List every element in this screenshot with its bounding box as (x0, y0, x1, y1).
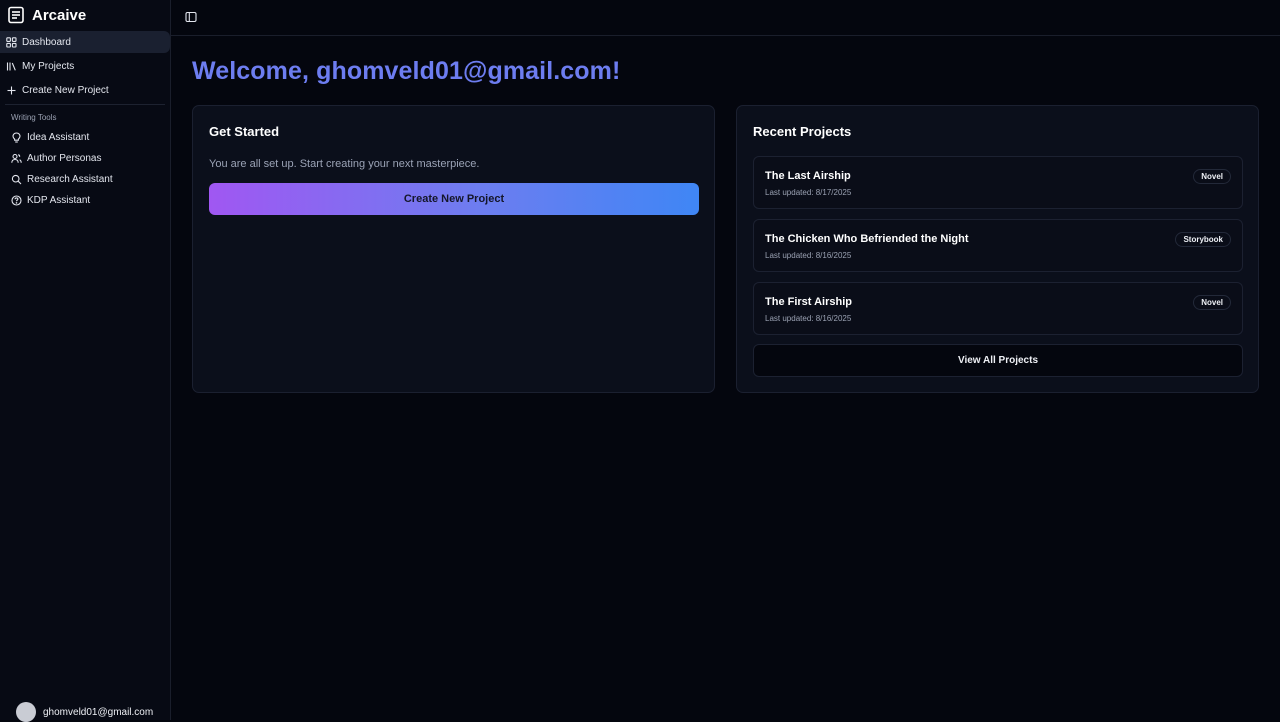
page-title: Welcome, ghomveld01@gmail.com! (192, 57, 620, 86)
sidebar-item-label: Dashboard (22, 37, 71, 48)
user-email: ghomveld01@gmail.com (43, 707, 153, 718)
sidebar-item-research-assistant[interactable]: Research Assistant (0, 169, 170, 190)
sidebar-item-dashboard[interactable]: Dashboard (0, 31, 170, 53)
project-type-badge: Storybook (1175, 232, 1231, 247)
project-type-badge: Novel (1193, 295, 1231, 310)
document-logo-icon (7, 6, 25, 24)
sidebar-toggle-icon[interactable] (185, 11, 197, 23)
avatar (16, 702, 36, 722)
card-title: Recent Projects (753, 124, 851, 139)
recent-projects-card: Recent Projects The Last Airship Last up… (736, 105, 1259, 393)
sidebar-nav: Dashboard My Projects Create New Project (0, 31, 170, 101)
plus-icon (6, 85, 17, 96)
project-updated: Last updated: 8/17/2025 (765, 188, 851, 197)
search-icon (11, 174, 22, 185)
view-all-projects-button[interactable]: View All Projects (753, 344, 1243, 377)
lightbulb-icon (11, 132, 22, 143)
user-account[interactable]: ghomveld01@gmail.com (16, 700, 153, 720)
get-started-card: Get Started You are all set up. Start cr… (192, 105, 715, 393)
section-label-writing-tools: Writing Tools (0, 113, 170, 122)
help-circle-icon (11, 195, 22, 206)
sidebar-item-kdp-assistant[interactable]: KDP Assistant (0, 190, 170, 211)
project-item[interactable]: The Last Airship Last updated: 8/17/2025… (753, 156, 1243, 209)
sidebar-item-author-personas[interactable]: Author Personas (0, 148, 170, 169)
project-type-badge: Novel (1193, 169, 1231, 184)
brand[interactable]: Arcaive (0, 0, 170, 30)
library-icon (6, 61, 17, 72)
sidebar: Arcaive Dashboard My Proj (0, 0, 171, 720)
app-name: Arcaive (32, 7, 86, 24)
grid-icon (6, 37, 17, 48)
users-icon (11, 153, 22, 164)
sidebar-item-label: Idea Assistant (27, 132, 89, 143)
sidebar-item-idea-assistant[interactable]: Idea Assistant (0, 127, 170, 148)
project-title: The Chicken Who Befriended the Night (765, 233, 969, 245)
sidebar-item-label: Research Assistant (27, 174, 113, 185)
sidebar-item-create-new-project[interactable]: Create New Project (0, 79, 170, 101)
sidebar-item-label: My Projects (22, 61, 74, 72)
card-title: Get Started (209, 124, 279, 139)
project-updated: Last updated: 8/16/2025 (765, 314, 851, 323)
card-description: You are all set up. Start creating your … (209, 158, 479, 170)
sidebar-divider (5, 104, 165, 105)
sidebar-item-label: Author Personas (27, 153, 102, 164)
sidebar-item-my-projects[interactable]: My Projects (0, 55, 170, 77)
main-content: Welcome, ghomveld01@gmail.com! Get Start… (171, 37, 1280, 720)
sidebar-item-label: KDP Assistant (27, 195, 90, 206)
sidebar-item-label: Create New Project (22, 85, 109, 96)
project-title: The Last Airship (765, 170, 851, 182)
topbar (171, 0, 1280, 36)
project-title: The First Airship (765, 296, 852, 308)
create-new-project-button[interactable]: Create New Project (209, 183, 699, 215)
project-list: The Last Airship Last updated: 8/17/2025… (753, 156, 1243, 345)
project-item[interactable]: The Chicken Who Befriended the Night Las… (753, 219, 1243, 272)
project-updated: Last updated: 8/16/2025 (765, 251, 851, 260)
project-item[interactable]: The First Airship Last updated: 8/16/202… (753, 282, 1243, 335)
